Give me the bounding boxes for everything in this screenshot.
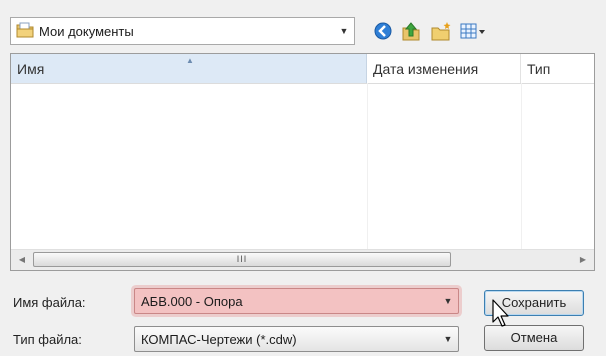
filename-input[interactable]: АБВ.000 - Опора xyxy=(135,294,438,309)
scrollbar-thumb[interactable]: III xyxy=(33,252,451,267)
current-folder-label: Мои документы xyxy=(39,23,134,39)
documents-folder-icon xyxy=(16,22,34,41)
sort-ascending-icon: ▲ xyxy=(186,56,194,65)
filename-combobox[interactable]: АБВ.000 - Опора ▼ xyxy=(134,288,459,314)
filetype-value: КОМПАС-Чертежи (*.cdw) xyxy=(141,331,297,347)
back-icon[interactable] xyxy=(372,20,394,42)
column-type-label: Тип xyxy=(527,61,551,77)
up-folder-icon[interactable] xyxy=(400,20,422,42)
filetype-label: Тип файла: xyxy=(13,332,82,347)
chevron-down-icon[interactable]: ▼ xyxy=(438,296,458,306)
filename-label: Имя файла: xyxy=(13,295,86,310)
scroll-left-arrow-icon[interactable]: ◀ xyxy=(13,250,31,270)
scroll-right-arrow-icon[interactable]: ▶ xyxy=(574,250,592,270)
chevron-down-icon[interactable]: ▼ xyxy=(438,334,458,344)
filetype-select[interactable]: КОМПАС-Чертежи (*.cdw) ▼ xyxy=(134,326,459,352)
horizontal-scrollbar[interactable]: ◀ III ▶ xyxy=(11,249,594,270)
chevron-down-icon[interactable]: ▼ xyxy=(334,26,354,36)
column-header-type[interactable]: Тип xyxy=(521,54,594,83)
scrollbar-grip: III xyxy=(236,254,248,264)
file-list[interactable]: ▲ Имя Дата изменения Тип ◀ III ▶ xyxy=(10,53,595,271)
column-date-label: Дата изменения xyxy=(373,61,479,77)
column-name-label: Имя xyxy=(17,61,45,77)
column-header-date[interactable]: Дата изменения xyxy=(367,54,521,83)
view-menu-icon[interactable] xyxy=(459,20,489,42)
location-combobox[interactable]: Мои документы ▼ xyxy=(10,17,355,45)
list-header: ▲ Имя Дата изменения Тип xyxy=(11,54,594,84)
column-divider xyxy=(521,83,522,250)
new-folder-icon[interactable] xyxy=(430,20,452,42)
mouse-cursor-icon xyxy=(491,298,513,331)
column-divider xyxy=(367,83,368,250)
column-header-name[interactable]: ▲ Имя xyxy=(11,54,367,83)
